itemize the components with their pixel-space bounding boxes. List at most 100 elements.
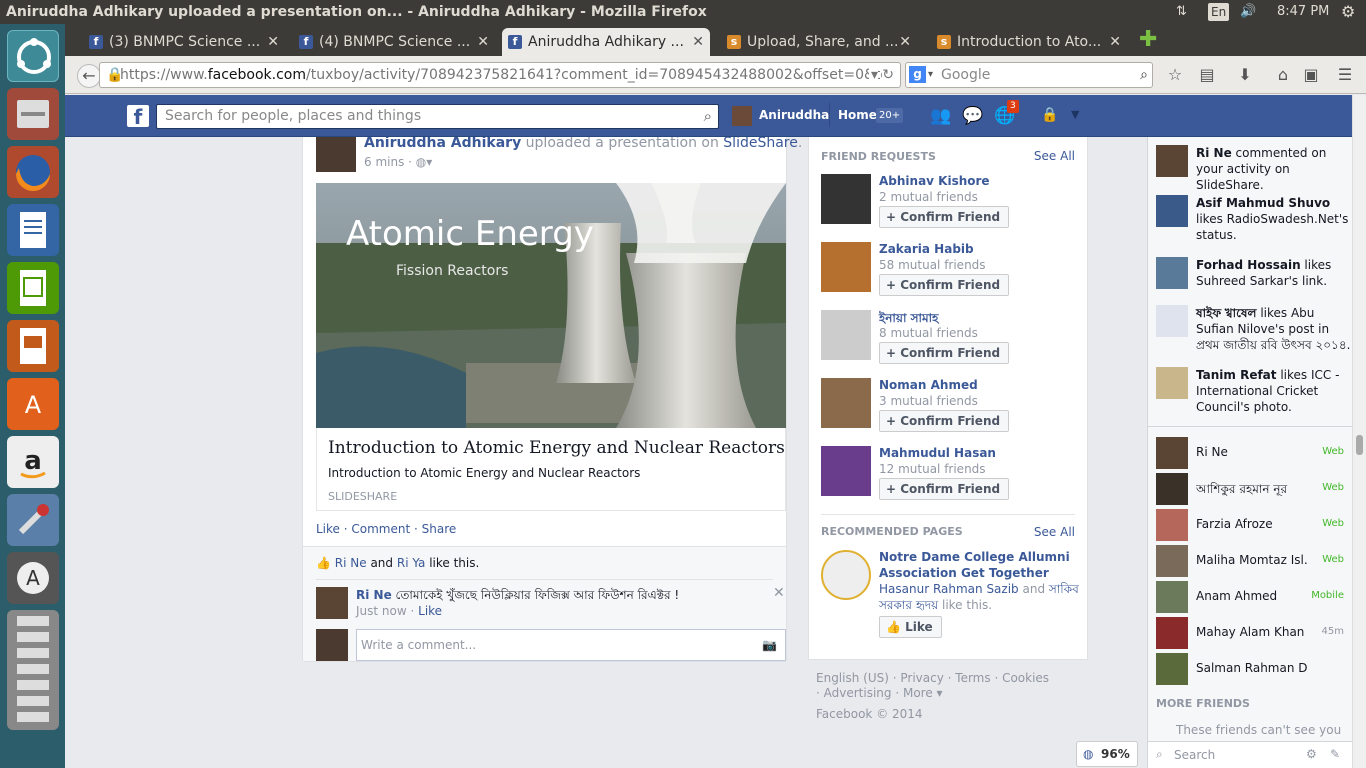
account-menu-icon[interactable]: ▼ (1071, 108, 1079, 121)
share-link[interactable]: Share (422, 522, 457, 536)
back-button[interactable]: ← (77, 64, 101, 88)
confirm-friend-button[interactable]: + Confirm Friend (879, 478, 1010, 500)
confirm-friend-button[interactable]: + Confirm Friend (879, 410, 1010, 432)
search-icon[interactable]: ⌕ (704, 105, 712, 128)
presentation-image[interactable]: Atomic Energy Fission Reactors (316, 183, 786, 428)
footer-link[interactable]: Advertising (824, 686, 892, 700)
libreoffice-impress-icon[interactable] (7, 320, 59, 372)
see-all-recommended-link[interactable]: See All (1034, 525, 1075, 539)
liker-link[interactable]: Ri Ne (335, 556, 367, 570)
confirm-friend-button[interactable]: + Confirm Friend (879, 342, 1010, 364)
clock[interactable]: 8:47 PM (1277, 0, 1329, 24)
new-tab-button[interactable]: ✚ (1139, 29, 1159, 51)
amazon-icon[interactable]: a (7, 436, 59, 488)
confirm-friend-button[interactable]: + Confirm Friend (879, 274, 1010, 296)
reload-icon[interactable]: ↻ (882, 63, 894, 87)
volume-icon[interactable]: 🔊 (1240, 0, 1256, 24)
facebook-logo-icon[interactable]: f (127, 105, 149, 129)
update-manager-icon[interactable]: A (7, 552, 59, 604)
confirm-friend-button[interactable]: + Confirm Friend (879, 206, 1010, 228)
workspace-switcher-icon[interactable] (7, 610, 59, 730)
new-message-icon[interactable]: ✎ (1330, 747, 1340, 761)
avatar[interactable] (316, 587, 348, 619)
zoom-indicator[interactable]: ◍ 96% (1076, 741, 1138, 767)
avatar[interactable] (732, 106, 752, 126)
google-icon[interactable]: g (909, 66, 926, 83)
engine-dropdown-icon[interactable]: ▾ (928, 63, 933, 87)
avatar[interactable] (821, 378, 871, 428)
reading-list-icon[interactable]: ▤ (1197, 65, 1217, 85)
page-name-link[interactable]: Notre Dame College Allumni Association G… (879, 549, 1079, 581)
comment-time[interactable]: Just now (356, 604, 407, 618)
mutual-friends-link[interactable]: 12 mutual friends (879, 462, 986, 476)
close-tab-icon[interactable]: ✕ (267, 28, 279, 56)
avatar[interactable] (821, 242, 871, 292)
close-tab-icon[interactable]: ✕ (477, 28, 489, 56)
messages-icon[interactable]: 💬 (962, 106, 983, 126)
friend-name-link[interactable]: Noman Ahmed (879, 378, 978, 392)
footer-link[interactable]: Cookies (1002, 671, 1049, 685)
post-timestamp[interactable]: 6 mins · ◍▾ (364, 155, 432, 169)
comment-author-link[interactable]: Ri Ne (356, 588, 392, 602)
downloads-icon[interactable]: ⬇ (1235, 65, 1255, 85)
chat-friend[interactable]: Salman Rahman Desh (1148, 651, 1352, 687)
ticker-item[interactable]: Asif Mahmud Shuvo likes RadioSwadesh.Net… (1148, 195, 1352, 243)
ticker-item[interactable]: Tanim Refat likes ICC - International Cr… (1148, 367, 1352, 415)
screenshot-icon[interactable]: ▣ (1301, 65, 1321, 85)
menu-icon[interactable]: ☰ (1335, 65, 1355, 85)
avatar[interactable] (821, 310, 871, 360)
tab-slideshare-intro[interactable]: s Introduction to Ato... ✕ (931, 28, 1127, 56)
link-title[interactable]: Introduction to Atomic Energy and Nuclea… (328, 438, 785, 458)
chat-search-bar[interactable]: ⌕ Search ⚙ ✎ (1148, 741, 1352, 768)
tab-aniruddha-adhikary[interactable]: f Aniruddha Adhikary ... ✕ (502, 28, 710, 56)
page-logo[interactable] (821, 550, 871, 600)
firefox-icon[interactable] (7, 146, 59, 198)
see-all-friend-requests-link[interactable]: See All (1034, 149, 1075, 163)
chat-friend[interactable]: আশিকুর রহমান নূর Web (1148, 471, 1352, 507)
like-page-button[interactable]: 👍 Like (879, 616, 942, 638)
friend-name-link[interactable]: Mahmudul Hasan (879, 446, 996, 460)
scrollbar-thumb[interactable] (1356, 435, 1363, 455)
profile-link[interactable]: Aniruddha (759, 108, 829, 122)
comment-input[interactable]: Write a comment... 📷 (356, 629, 786, 661)
privacy-shortcuts-icon[interactable]: 🔒 (1041, 107, 1058, 123)
footer-link[interactable]: More (903, 686, 933, 700)
mutual-friends-link[interactable]: 58 mutual friends (879, 258, 986, 272)
close-tab-icon[interactable]: ✕ (899, 28, 911, 56)
mutual-friends-link[interactable]: 3 mutual friends (879, 394, 978, 408)
audience-icon[interactable]: ◍▾ (416, 155, 433, 169)
chat-friend[interactable]: Farzia Afroze Web (1148, 507, 1352, 543)
close-tab-icon[interactable]: ✕ (692, 28, 704, 56)
network-icon[interactable]: ⇅ (1176, 0, 1187, 24)
close-tab-icon[interactable]: ✕ (1109, 28, 1121, 56)
tab-bnmpc-4[interactable]: f (4) BNMPC Science ... ✕ (293, 28, 495, 56)
libreoffice-writer-icon[interactable] (7, 204, 59, 256)
avatar[interactable] (821, 446, 871, 496)
comment-like-link[interactable]: Like (418, 604, 442, 618)
footer-link[interactable]: English (US) (816, 671, 889, 685)
friend-name-link[interactable]: Zakaria Habib (879, 242, 974, 256)
ticker-item[interactable]: Ri Ne commented on your activity on Slid… (1148, 145, 1352, 193)
ubuntu-dash-icon[interactable] (7, 30, 59, 82)
chat-friend[interactable]: Mahay Alam Khan 45m (1148, 615, 1352, 651)
footer-link[interactable]: Terms (955, 671, 990, 685)
mutual-friends-link[interactable]: 8 mutual friends (879, 326, 978, 340)
camera-icon[interactable]: 📷 (762, 630, 777, 660)
comment-link[interactable]: Comment (351, 522, 410, 536)
home-icon[interactable]: ⌂ (1273, 65, 1293, 85)
dropdown-arrow-icon[interactable]: ▾ (868, 63, 878, 87)
page-scrollbar[interactable] (1352, 95, 1366, 768)
chat-settings-gear-icon[interactable]: ⚙ (1306, 747, 1317, 761)
friend-name-link[interactable]: Abhinav Kishore (879, 174, 990, 188)
files-icon[interactable] (7, 88, 59, 140)
home-link[interactable]: Home (838, 108, 877, 122)
bookmark-star-icon[interactable]: ☆ (1165, 65, 1185, 85)
chat-friend[interactable]: Maliha Momtaz Isl... Web (1148, 543, 1352, 579)
software-center-icon[interactable]: A (7, 378, 59, 430)
tab-slideshare-upload[interactable]: s Upload, Share, and ... ✕ (721, 28, 917, 56)
avatar[interactable] (316, 137, 356, 172)
system-settings-icon[interactable] (7, 494, 59, 546)
footer-link[interactable]: Privacy (900, 671, 943, 685)
search-engine-bar[interactable]: g ▾ Google ⌕ (905, 62, 1153, 88)
search-icon[interactable]: ⌕ (1140, 63, 1148, 87)
